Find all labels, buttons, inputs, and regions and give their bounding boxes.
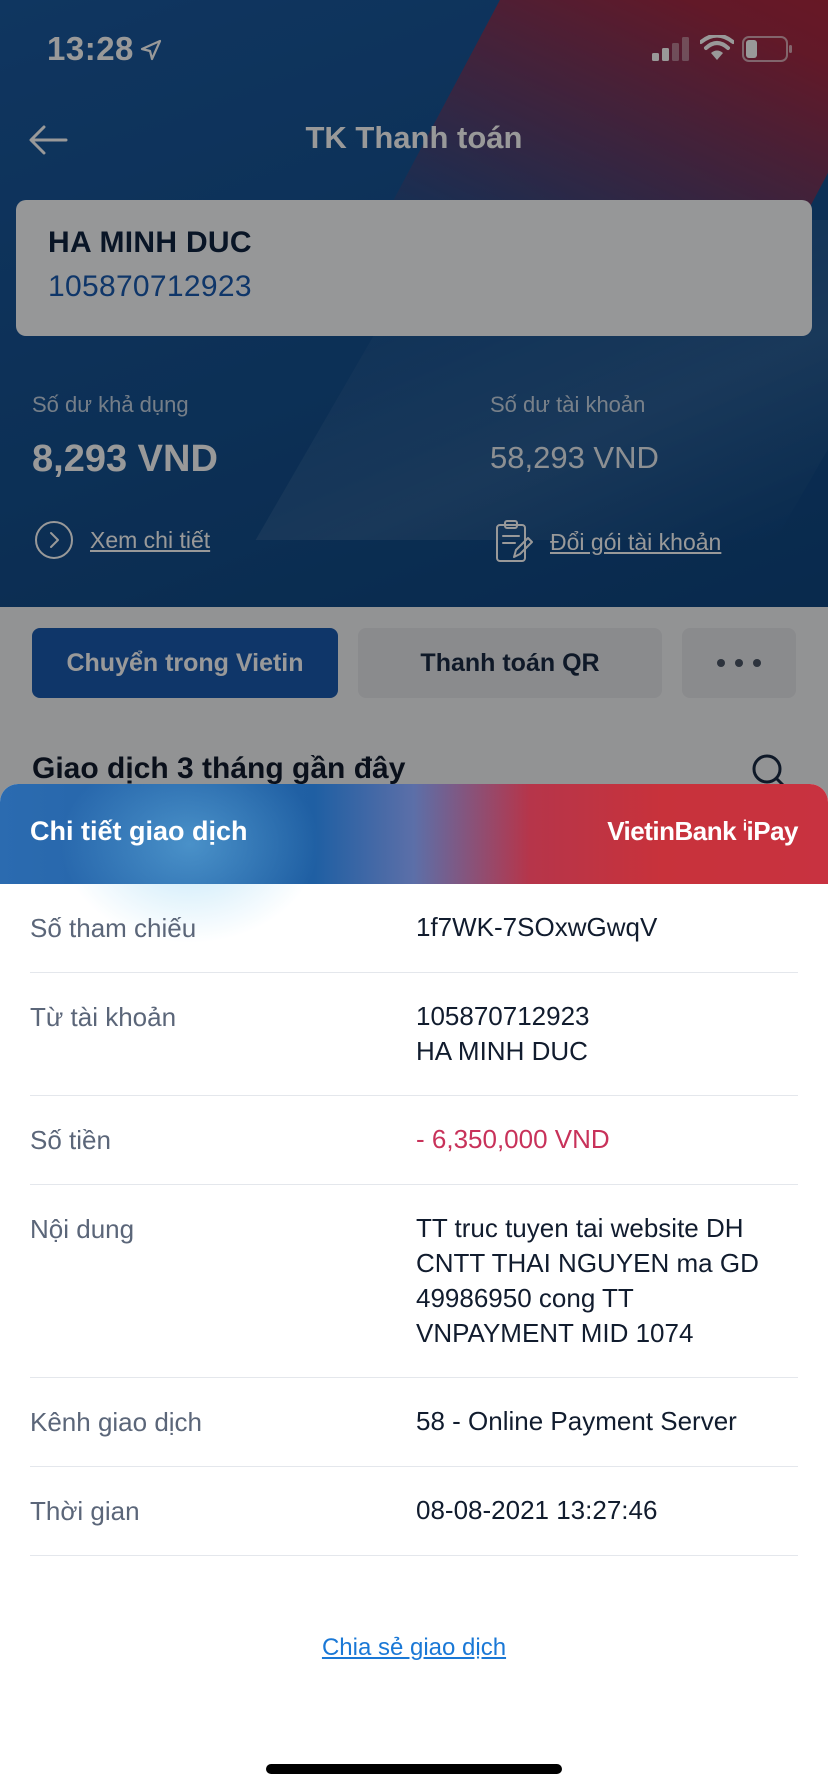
detail-label: Thời gian xyxy=(30,1496,140,1526)
detail-row-channel: Kênh giao dịch 58 - Online Payment Serve… xyxy=(30,1378,798,1467)
transaction-detail-list: Số tham chiếu 1f7WK-7SOxwGwqV Từ tài kho… xyxy=(30,884,798,1556)
detail-row-amount: Số tiền - 6,350,000 VND xyxy=(30,1096,798,1185)
detail-row-reference: Số tham chiếu 1f7WK-7SOxwGwqV xyxy=(30,884,798,973)
vietinbank-ipay-logo: VietinBank iiPay xyxy=(607,816,798,847)
detail-row-time: Thời gian 08-08-2021 13:27:46 xyxy=(30,1467,798,1556)
sheet-header: Chi tiết giao dịch VietinBank iiPay xyxy=(0,784,828,944)
detail-label: Số tham chiếu xyxy=(30,913,197,943)
detail-row-from-account: Từ tài khoản 105870712923 HA MINH DUC xyxy=(30,973,798,1096)
transaction-channel: 58 - Online Payment Server xyxy=(416,1406,737,1436)
transaction-content: TT truc tuyen tai website DH CNTT THAI N… xyxy=(416,1213,759,1348)
detail-label: Số tiền xyxy=(30,1125,111,1155)
from-account-name: HA MINH DUC xyxy=(416,1036,588,1066)
transaction-time: 08-08-2021 13:27:46 xyxy=(416,1495,658,1525)
detail-label: Kênh giao dịch xyxy=(30,1407,203,1437)
share-transaction-link[interactable]: Chia sẻ giao dịch xyxy=(0,1634,828,1662)
transaction-amount: - 6,350,000 VND xyxy=(416,1124,610,1154)
reference-number: 1f7WK-7SOxwGwqV xyxy=(416,912,658,942)
detail-row-content: Nội dung TT truc tuyen tai website DH CN… xyxy=(30,1185,798,1378)
detail-label: Nội dung xyxy=(30,1214,135,1244)
from-account-value: 105870712923 HA MINH DUC xyxy=(416,999,798,1069)
from-account-number: 105870712923 xyxy=(416,1001,590,1031)
transaction-detail-sheet: Chi tiết giao dịch VietinBank iiPay Số t… xyxy=(0,784,828,1792)
home-indicator[interactable] xyxy=(266,1764,562,1774)
brand-suffix-text: iPay xyxy=(746,816,799,846)
detail-label: Từ tài khoản xyxy=(30,1002,177,1032)
sheet-title: Chi tiết giao dịch xyxy=(30,816,248,846)
brand-name: VietinBank xyxy=(607,816,737,846)
